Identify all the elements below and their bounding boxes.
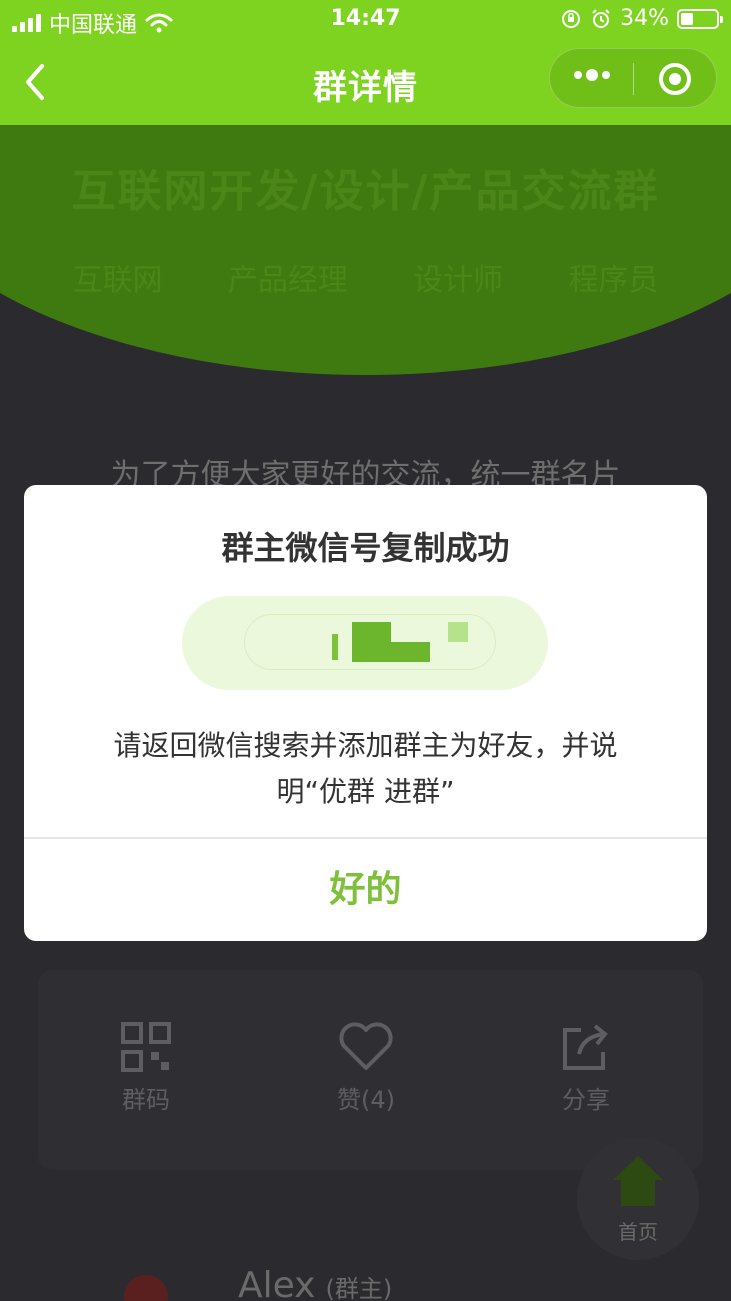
home-button[interactable]: 首页 <box>577 1138 699 1260</box>
redacted-mark <box>332 634 338 660</box>
home-label: 首页 <box>618 1220 658 1244</box>
owner-role: (群主) <box>325 1275 393 1301</box>
heart-icon <box>339 1022 393 1070</box>
avatar <box>124 1275 168 1301</box>
owner-info: Alex (群主) <box>238 1265 392 1301</box>
mini-program-capsule <box>549 48 717 108</box>
tag: 设计师 <box>413 263 504 298</box>
status-bar: 中国联通 14:47 34% <box>0 0 731 40</box>
group-title: 互联网开发/设计/产品交流群 <box>71 166 660 217</box>
like-count-label: 赞(4) <box>337 1086 395 1114</box>
target-icon[interactable] <box>658 62 692 96</box>
dialog-message: 请返回微信搜索并添加群主为好友，并说明“优群 进群” <box>113 729 618 808</box>
ok-button[interactable]: 好的 <box>24 839 707 941</box>
share-icon <box>563 1024 608 1070</box>
like-button[interactable]: 赞(4) <box>306 1022 426 1115</box>
share-label: 分享 <box>562 1086 610 1114</box>
owner-name: Alex <box>238 1265 316 1301</box>
qr-code-label: 群码 <box>122 1086 170 1114</box>
wechat-id-box <box>182 596 548 690</box>
rotation-lock-icon <box>562 9 581 28</box>
battery-percent: 34% <box>620 6 669 31</box>
tag-list: 互联网 产品经理 设计师 程序员 <box>40 255 691 299</box>
tag: 产品经理 <box>227 263 348 298</box>
action-card: 群码 赞(4) 分享 <box>38 970 703 1170</box>
share-button[interactable]: 分享 <box>526 1022 646 1115</box>
redacted-mark <box>448 622 468 642</box>
home-icon <box>613 1156 663 1206</box>
capsule-divider <box>633 63 634 95</box>
alarm-icon <box>592 8 610 28</box>
battery-icon <box>677 8 723 29</box>
tag: 互联网 <box>72 263 163 298</box>
nav-bar: 群详情 <box>0 40 731 125</box>
dialog-title: 群主微信号复制成功 <box>221 529 510 567</box>
copy-success-dialog: 群主微信号复制成功 请返回微信搜索并添加群主为好友，并说明“优群 进群” 好的 <box>24 485 707 941</box>
qr-code-button[interactable]: 群码 <box>86 1022 206 1115</box>
tag: 程序员 <box>568 263 659 298</box>
qr-code-icon <box>121 1022 171 1072</box>
more-dots-icon[interactable] <box>574 69 610 81</box>
